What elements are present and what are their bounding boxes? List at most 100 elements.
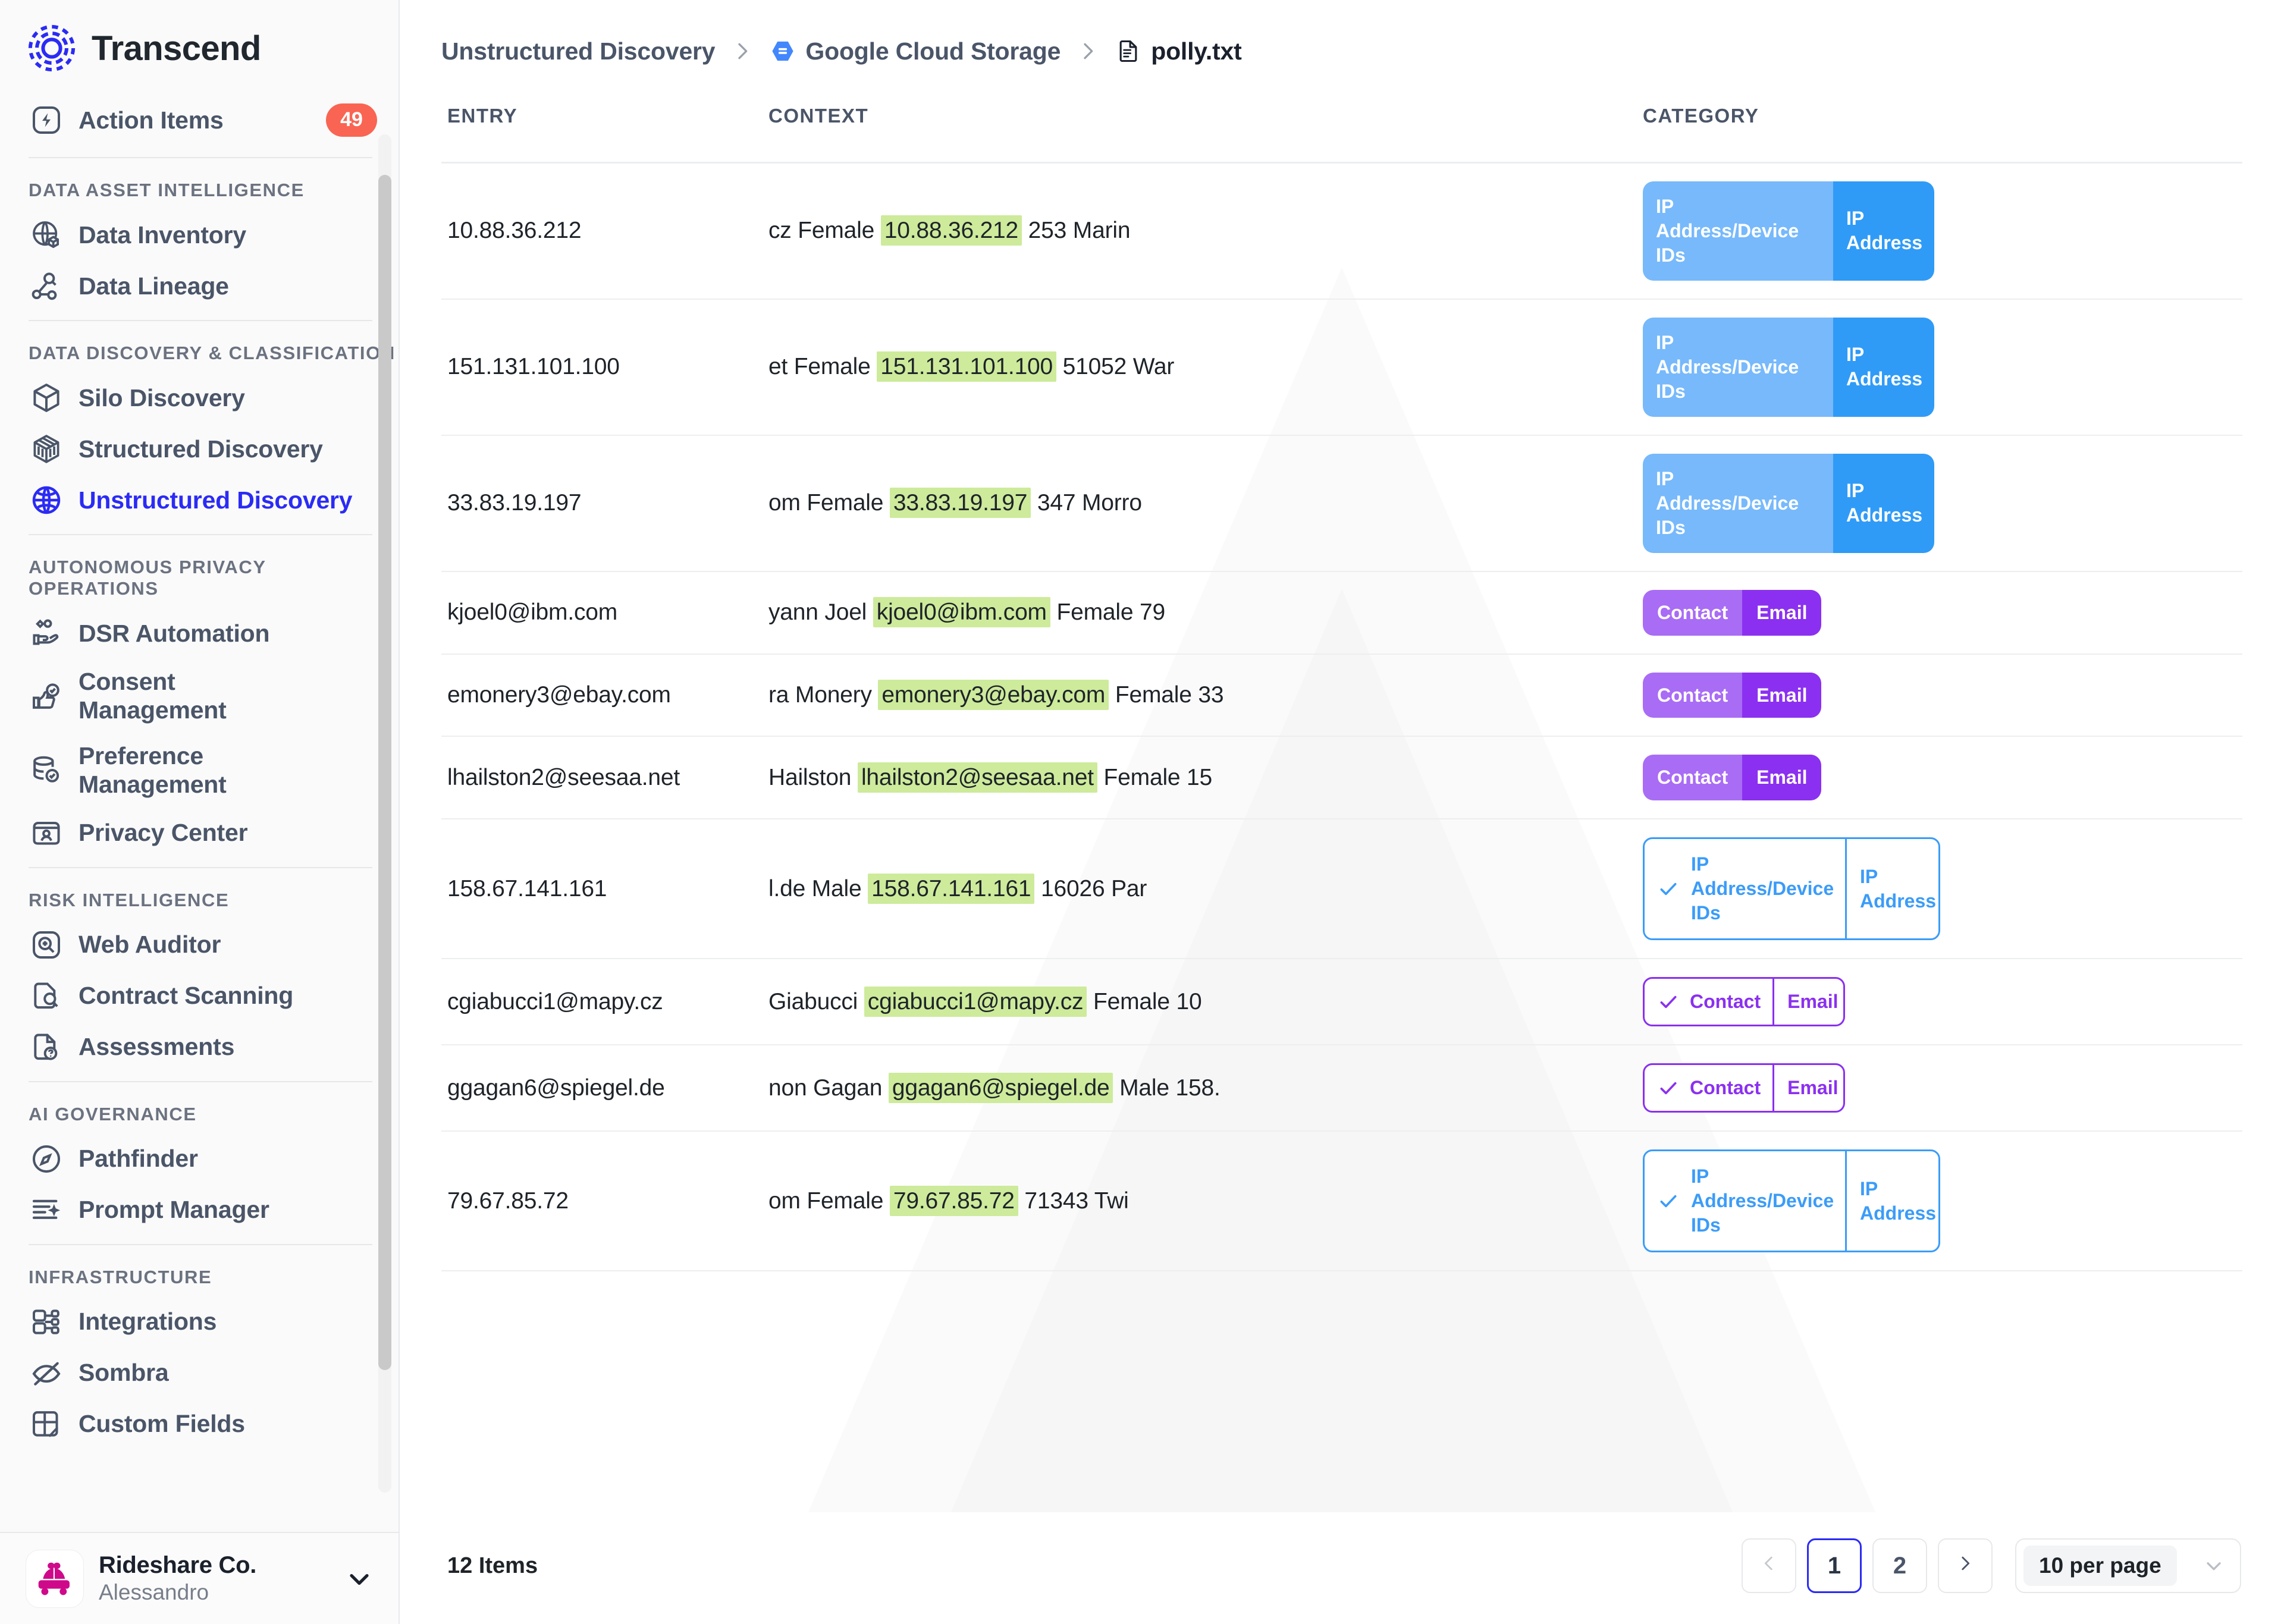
category-pill-secondary-label: IP Address [1846, 344, 1923, 390]
category-pill[interactable]: IP Address/Device IDs IP Address [1643, 453, 1934, 553]
category-pill[interactable]: IP Address/Device IDs IP Address [1643, 317, 1934, 417]
cell-entry: 151.131.101.100 [441, 299, 768, 436]
sidebar-item-custom-fields[interactable]: Custom Fields [0, 1399, 399, 1450]
sidebar-item-data-lineage[interactable]: Data Lineage [0, 260, 399, 312]
context-highlight: cgiabucci1@mapy.cz [864, 986, 1087, 1017]
category-pill-primary[interactable]: Contact [1645, 979, 1775, 1025]
sidebar-item-consent-management[interactable]: Consent Management [0, 659, 399, 733]
context-prefix: Hailston [768, 764, 858, 790]
category-pill-secondary[interactable]: Email [1774, 979, 1843, 1025]
brand[interactable]: Transcend [0, 0, 399, 92]
category-pill-primary[interactable]: Contact [1643, 755, 1743, 801]
sidebar-item-web-auditor[interactable]: Web Auditor [0, 919, 399, 970]
table-row[interactable]: 158.67.141.161 l.de Male 158.67.141.161 1… [441, 819, 2242, 960]
chevron-down-icon[interactable] [344, 1563, 375, 1594]
breadcrumb-item-unstructured-discovery[interactable]: Unstructured Discovery [441, 37, 716, 65]
cell-category: IP Address/Device IDs IP Address [1643, 299, 2242, 436]
cell-entry: 33.83.19.197 [441, 435, 768, 572]
items-count: 12 Items [447, 1553, 538, 1578]
entry-value: ggagan6@spiegel.de [447, 1075, 665, 1101]
cell-entry: 158.67.141.161 [441, 819, 768, 960]
cell-category: IP Address/Device IDs IP Address [1643, 162, 2242, 300]
context-prefix: l.de Male [768, 875, 868, 901]
category-pill-primary[interactable]: IP Address/Device IDs [1645, 1151, 1847, 1251]
sidebar-scrollbar-thumb[interactable] [378, 175, 391, 1370]
category-pill-secondary-label: IP Address [1860, 865, 1937, 912]
category-pill[interactable]: IP Address/Device IDs IP Address [1643, 181, 1934, 281]
category-pill-primary[interactable]: IP Address/Device IDs [1643, 453, 1833, 553]
sidebar-item-silo-discovery[interactable]: Silo Discovery [0, 372, 399, 423]
category-pill-secondary[interactable]: Email [1742, 755, 1822, 801]
category-pill-secondary[interactable]: Email [1742, 672, 1822, 718]
category-pill-secondary-label: Email [1756, 767, 1808, 789]
category-pill[interactable]: Contact Email [1643, 589, 1822, 636]
table-row[interactable]: 10.88.36.212 cz Female 10.88.36.212 253 M… [441, 162, 2242, 300]
category-pill[interactable]: Contact Email [1643, 672, 1822, 718]
context-suffix: 347 Morro [1031, 490, 1142, 516]
sidebar-item-label: Pathfinder [79, 1145, 198, 1173]
sidebar-item-prompt-manager[interactable]: Prompt Manager [0, 1185, 399, 1236]
category-pill-secondary[interactable]: IP Address [1847, 1151, 1938, 1251]
category-pill[interactable]: IP Address/Device IDs IP Address [1643, 837, 1940, 941]
pagination-page-1[interactable]: 1 [1807, 1538, 1862, 1593]
table-row[interactable]: 79.67.85.72 om Female 79.67.85.72 71343 T… [441, 1131, 2242, 1272]
category-pill-primary[interactable]: IP Address/Device IDs [1643, 317, 1833, 417]
sidebar-divider [29, 866, 372, 868]
category-pill-secondary-label: IP Address [1860, 1177, 1937, 1224]
category-pill-secondary[interactable]: IP Address [1847, 839, 1938, 938]
id-card-icon [30, 816, 63, 850]
table-row[interactable]: 151.131.101.100 et Female 151.131.101.100… [441, 299, 2242, 436]
per-page-select[interactable]: 10 per page [2015, 1538, 2241, 1593]
google-cloud-storage-icon [770, 38, 796, 64]
sidebar-item-action-items[interactable]: Action Items 49 [0, 92, 399, 149]
category-pill-primary-label: Contact [1690, 991, 1761, 1013]
sidebar-item-privacy-center[interactable]: Privacy Center [0, 808, 399, 859]
pagination-prev-button[interactable] [1742, 1538, 1796, 1593]
sidebar-item-dsr-automation[interactable]: DSR Automation [0, 608, 399, 659]
table-row[interactable]: 33.83.19.197 om Female 33.83.19.197 347 M… [441, 435, 2242, 572]
org-user-switcher[interactable]: Rideshare Co. Alessandro [0, 1532, 399, 1624]
category-pill-secondary[interactable]: Email [1774, 1065, 1843, 1111]
pagination-next-button[interactable] [1938, 1538, 1993, 1593]
sidebar-item-contract-scanning[interactable]: Contract Scanning [0, 970, 399, 1022]
category-pill-secondary[interactable]: Email [1742, 589, 1822, 636]
entry-value: 33.83.19.197 [447, 490, 582, 516]
entry-value: emonery3@ebay.com [447, 682, 671, 708]
category-pill-primary[interactable]: Contact [1645, 1065, 1775, 1111]
table-row[interactable]: cgiabucci1@mapy.cz Giabucci cgiabucci1@ma… [441, 959, 2242, 1046]
category-pill-primary[interactable]: IP Address/Device IDs [1643, 181, 1833, 281]
context-highlight: ggagan6@spiegel.de [888, 1072, 1113, 1103]
sidebar-item-assessments[interactable]: Assessments [0, 1022, 399, 1073]
sidebar-item-structured-discovery[interactable]: Structured Discovery [0, 423, 399, 475]
category-pill-primary[interactable]: IP Address/Device IDs [1645, 839, 1847, 939]
table-row[interactable]: lhailston2@seesaa.net Hailston lhailston2… [441, 736, 2242, 820]
pagination-page-2[interactable]: 2 [1872, 1538, 1927, 1593]
sidebar-item-unstructured-discovery[interactable]: Unstructured Discovery [0, 475, 399, 526]
category-pill-primary-label: IP Address/Device IDs [1656, 467, 1799, 538]
check-icon [1656, 877, 1680, 901]
context-prefix: cz Female [768, 218, 881, 244]
cell-context: om Female 33.83.19.197 347 Morro [768, 435, 1643, 572]
category-pill[interactable]: Contact Email [1643, 1063, 1845, 1113]
sidebar-item-sombra[interactable]: Sombra [0, 1347, 399, 1399]
category-pill-primary[interactable]: Contact [1643, 672, 1743, 718]
sidebar-item-label: Contract Scanning [79, 982, 294, 1010]
category-pill-secondary[interactable]: IP Address [1833, 453, 1934, 553]
category-pill[interactable]: IP Address/Device IDs IP Address [1643, 1149, 1940, 1253]
cell-context: cz Female 10.88.36.212 253 Marin [768, 162, 1643, 300]
category-pill[interactable]: Contact Email [1643, 755, 1822, 801]
table-row[interactable]: ggagan6@spiegel.de non Gagan ggagan6@spie… [441, 1045, 2242, 1132]
context-value: Giabucci cgiabucci1@mapy.cz Female 10 [768, 986, 1202, 1017]
table-row[interactable]: kjoel0@ibm.com yann Joel kjoel0@ibm.com F… [441, 571, 2242, 655]
category-pill[interactable]: Contact Email [1643, 977, 1845, 1027]
category-pill-secondary[interactable]: IP Address [1833, 181, 1934, 281]
cube-icon [30, 381, 63, 414]
breadcrumb-item-google-cloud-storage[interactable]: Google Cloud Storage [805, 37, 1061, 65]
category-pill-secondary[interactable]: IP Address [1833, 317, 1934, 417]
table-row[interactable]: emonery3@ebay.com ra Monery emonery3@ebay… [441, 654, 2242, 737]
category-pill-primary[interactable]: Contact [1643, 589, 1743, 636]
sidebar-item-pathfinder[interactable]: Pathfinder [0, 1133, 399, 1185]
sidebar-item-integrations[interactable]: Integrations [0, 1296, 399, 1347]
sidebar-item-preference-management[interactable]: Preference Management [0, 733, 399, 808]
sidebar-item-data-inventory[interactable]: Data Inventory [0, 209, 399, 260]
